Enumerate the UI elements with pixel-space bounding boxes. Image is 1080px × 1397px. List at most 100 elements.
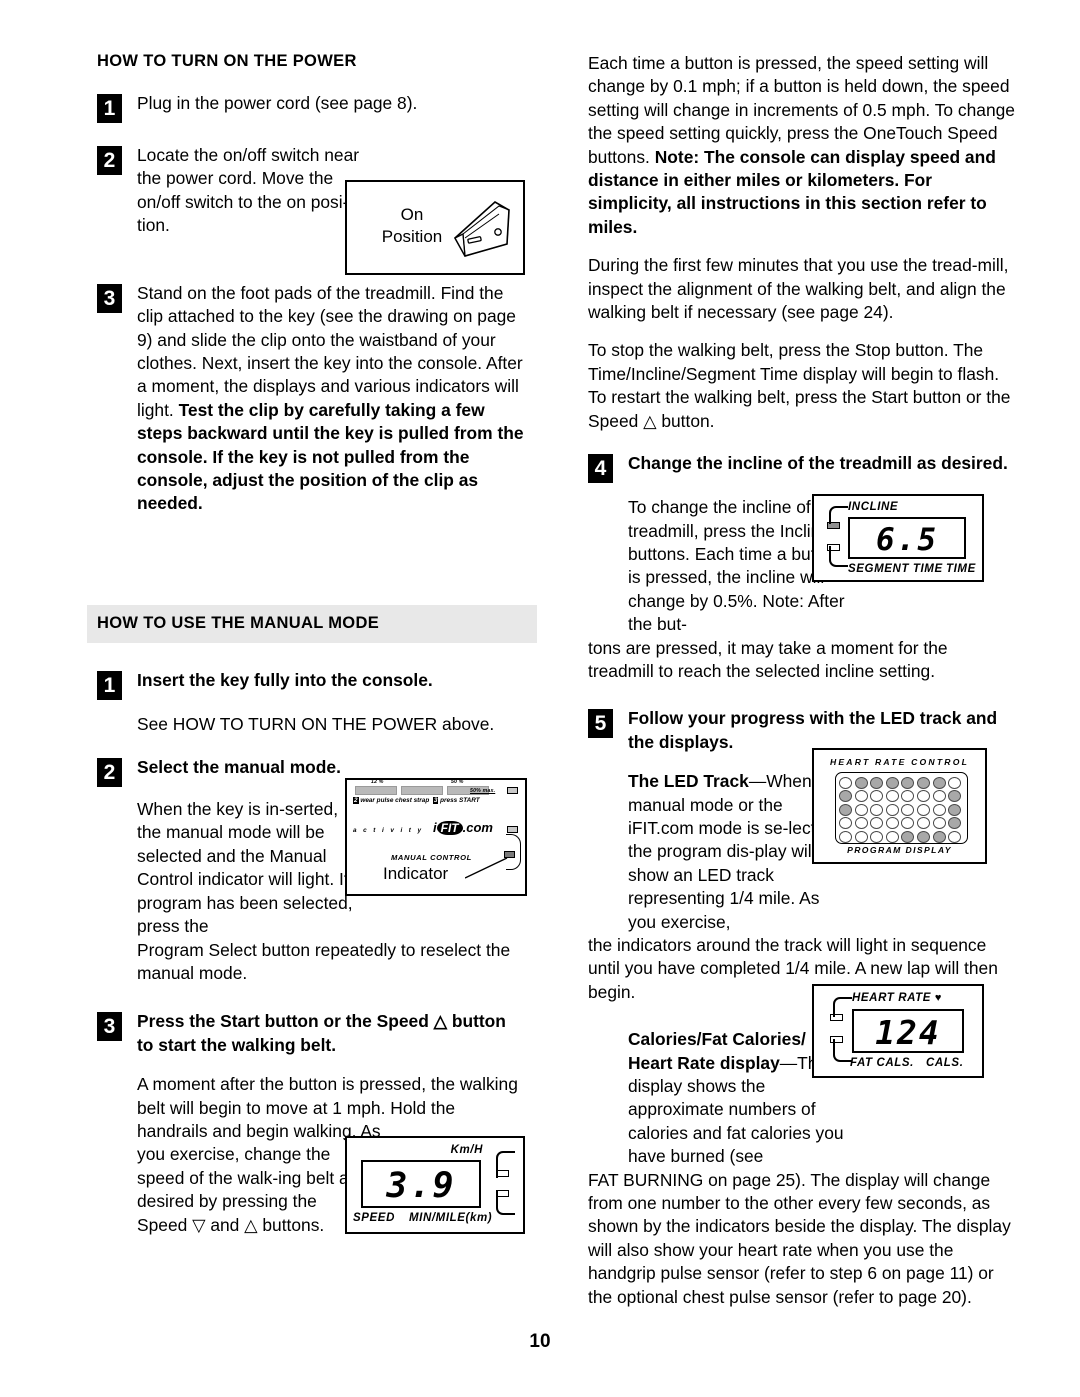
ifit-logo-com: .com — [462, 820, 493, 835]
incline-value: 6.5 — [876, 522, 938, 558]
step-manual-2-body-narrow: When the key is in-serted, the manual mo… — [137, 799, 364, 937]
heart-bracket — [833, 997, 852, 1062]
track-dot — [870, 830, 884, 843]
right-paragraph-3: To stop the walking belt, press the Stop… — [588, 340, 1011, 431]
speed-label: SPEED — [353, 1212, 395, 1224]
console-instruction-row: 2 wear pulse chest strap 3 press START — [353, 797, 480, 804]
track-dot — [916, 777, 930, 789]
step-number-badge: 2 — [97, 758, 122, 788]
incline-lcd-box: 6.5 — [848, 517, 966, 559]
track-dot — [901, 830, 915, 843]
track-dot — [870, 790, 884, 803]
manual-control-label: MANUAL CONTROL — [391, 853, 472, 862]
speed-bracket — [496, 1151, 515, 1215]
ifit-logo: i FIT .com — [433, 820, 493, 835]
track-dot — [932, 803, 946, 816]
step-power-1-text: Plug in the power cord (see page 8). — [137, 92, 418, 113]
on-off-switch-figure: On Position — [345, 180, 525, 275]
track-dot — [948, 777, 962, 789]
track-dot — [932, 790, 946, 803]
track-dot — [839, 830, 852, 843]
led-track-term: The LED Track — [628, 771, 749, 792]
step-power-1: 1 Plug in the power cord (see page 8). — [97, 92, 527, 123]
speed-lcd-box: 3.9 — [361, 1160, 481, 1208]
heart-icon: ♥ — [934, 992, 942, 1004]
step-manual-3-title: Press the Start button or the Speed △ bu… — [137, 1011, 506, 1055]
section-heading-power: HOW TO TURN ON THE POWER — [97, 52, 357, 70]
heart-lcd-box: 124 — [852, 1009, 964, 1053]
step-power-2-text: Locate the on/off switch near the power … — [137, 144, 360, 236]
switch-caption-line2: Position — [381, 227, 443, 247]
track-dot — [839, 777, 852, 789]
console-activity-label: a c t i v i t y — [353, 827, 424, 834]
track-dot — [932, 830, 946, 843]
heart-rate-display-figure: HEART RATE ♥ 124 FAT CALS. CALS. — [812, 984, 984, 1078]
heart-rate-value: 124 — [875, 1013, 941, 1052]
track-row — [839, 803, 967, 816]
speed-value: 3.9 — [386, 1166, 456, 1206]
speed-display-figure: Km/H 3.9 SPEED MIN/MILE(km) — [345, 1136, 525, 1234]
switch-caption-line1: On — [400, 205, 424, 224]
console-pct-1: 12 % — [371, 780, 384, 785]
calories-term-line2: Heart Rate display — [628, 1052, 780, 1073]
track-dot — [916, 790, 930, 803]
min-mile-label: MIN/MILE(km) — [409, 1212, 493, 1224]
step-manual-2-title: Select the manual mode. — [137, 757, 341, 778]
track-dot — [885, 777, 899, 789]
section-heading-manual-mode: HOW TO USE THE MANUAL MODE — [87, 604, 537, 643]
track-dot — [839, 817, 852, 830]
console-led-top — [507, 787, 518, 794]
calories-term-line1: Calories/Fat Calories/ — [628, 1029, 806, 1050]
indicator-callout: Indicator — [383, 864, 449, 883]
track-dot — [870, 817, 884, 830]
heart-rate-label: HEART RATE ♥ — [852, 992, 942, 1004]
track-dot — [854, 803, 868, 816]
track-dot — [901, 790, 915, 803]
heart-rate-label-text: HEART RATE — [852, 992, 932, 1004]
track-dot — [948, 830, 962, 843]
incline-display-figure: INCLINE 6.5 SEGMENT TIME TIME — [812, 494, 984, 582]
step-right-4: 4 Change the incline of the treadmill as… — [588, 452, 1018, 484]
console-figure: 12 % 50 % 50% max. 2 wear pulse chest st… — [345, 778, 527, 896]
track-dot — [854, 817, 868, 830]
rocker-switch-icon — [453, 201, 510, 257]
step-manual-3-body-narrow: you exercise, change the speed of the wa… — [137, 1144, 358, 1235]
step-manual-1-title: Insert the key fully into the console. — [137, 669, 433, 690]
cals-label: CALS. — [926, 1057, 964, 1069]
track-dot — [885, 817, 899, 830]
track-dot — [885, 803, 899, 816]
step-manual-3: 3 Press the Start button or the Speed △ … — [97, 1010, 527, 1057]
track-dot — [901, 777, 915, 789]
track-dot — [901, 803, 915, 816]
led-track-figure: HEART RATE CONTROL PROGRAM DISPLAY — [812, 748, 987, 864]
console-row-label: wear pulse chest strap — [360, 797, 430, 804]
page-number: 10 — [529, 1331, 551, 1352]
step-manual-3-body-full: A moment after the button is pressed, th… — [137, 1074, 518, 1141]
calories-dash: — — [779, 1052, 798, 1073]
step-manual-1: 1 Insert the key fully into the console. — [97, 669, 527, 700]
track-dot — [885, 790, 899, 803]
incline-label: INCLINE — [848, 501, 899, 513]
manual-page: HOW TO TURN ON THE POWER 1 Plug in the p… — [0, 0, 1080, 1397]
step-number-badge: 4 — [588, 454, 613, 484]
step-power-3-text: Stand on the foot pads of the treadmill.… — [137, 282, 527, 516]
track-dot — [854, 830, 868, 843]
program-display-grid — [835, 772, 968, 844]
calories-description-full: FAT BURNING on page 25). The display wil… — [588, 1169, 1011, 1307]
step-number-badge: 5 — [588, 709, 613, 739]
step-number-badge: 3 — [97, 1012, 122, 1042]
track-row — [839, 830, 967, 843]
fat-cals-label: FAT CALS. — [850, 1057, 914, 1069]
track-dot — [916, 817, 930, 830]
led-track-dash: — — [748, 771, 767, 792]
step-power-3-bold: Test the clip by carefully taking a few … — [137, 399, 524, 514]
track-dot — [870, 777, 884, 789]
track-dot — [885, 830, 899, 843]
step-power-3: 3 Stand on the foot pads of the treadmil… — [97, 282, 527, 516]
console-led-activity — [507, 826, 518, 833]
right-column: Each time a button is pressed, the speed… — [588, 52, 1018, 1309]
track-dot — [948, 790, 962, 803]
indicator-leader-line — [465, 858, 508, 879]
console-row-label-2: press START — [440, 797, 480, 804]
track-dot — [901, 817, 915, 830]
